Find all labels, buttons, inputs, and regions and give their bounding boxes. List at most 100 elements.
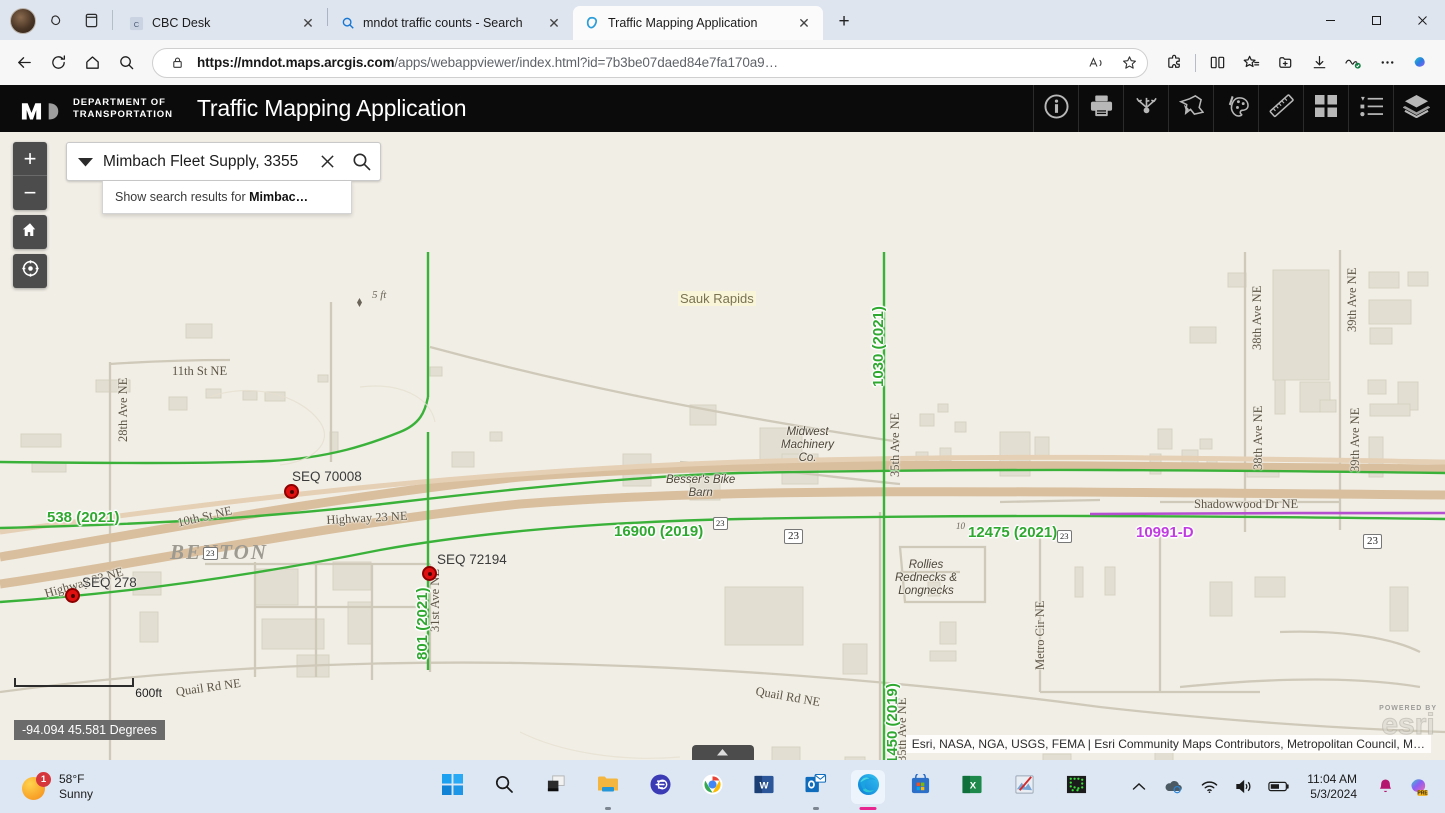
tab-cbc-desk[interactable]: C CBC Desk ✕ — [117, 6, 327, 40]
map-canvas[interactable]: + − — [0, 132, 1445, 760]
tab-close-icon[interactable]: ✕ — [297, 12, 319, 34]
microsoft-word-button[interactable]: W — [747, 770, 781, 804]
taskbar-clock[interactable]: 11:04 AM 5/3/2024 — [1307, 772, 1357, 802]
url-domain: https://mndot.maps.arcgis.com — [197, 55, 394, 70]
about-info-button[interactable] — [1033, 85, 1078, 132]
compass-app-button[interactable] — [643, 770, 677, 804]
wifi-icon[interactable] — [1198, 776, 1220, 798]
excel-icon: X — [962, 774, 982, 800]
favorites-icon[interactable] — [1235, 47, 1267, 79]
task-view-icon — [546, 774, 567, 800]
copilot-pre-icon[interactable]: PRE — [1409, 776, 1431, 798]
profile-avatar[interactable] — [10, 8, 36, 34]
traffic-count-marker[interactable] — [284, 484, 299, 499]
split-screen-icon[interactable] — [1201, 47, 1233, 79]
search-suggestion-item[interactable]: Show search results for Mimbac… — [102, 181, 352, 214]
copilot-icon[interactable] — [1405, 47, 1437, 79]
search-widget: Mimbach Fleet Supply, 3355 Show search r… — [66, 142, 381, 214]
read-aloud-icon[interactable] — [1085, 51, 1109, 75]
tab-title: Traffic Mapping Application — [608, 16, 786, 30]
home-icon[interactable] — [76, 47, 108, 79]
directions-button[interactable] — [1123, 85, 1168, 132]
bell-icon[interactable] — [1374, 776, 1396, 798]
legend-button[interactable] — [1348, 85, 1393, 132]
zoom-in-button[interactable]: + — [13, 142, 47, 176]
windows-start-button[interactable] — [435, 770, 469, 804]
microsoft-store-button[interactable] — [903, 770, 937, 804]
weather-condition: Sunny — [59, 787, 93, 802]
coordinate-readout: -94.094 45.581 Degrees — [14, 720, 165, 740]
clock-date: 5/3/2024 — [1307, 787, 1357, 802]
svg-text:W: W — [760, 780, 769, 791]
reload-icon[interactable] — [42, 47, 74, 79]
search-input[interactable]: Mimbach Fleet Supply, 3355 — [103, 153, 312, 171]
file-explorer-button[interactable] — [591, 770, 625, 804]
attribution-collapse-button[interactable] — [692, 745, 754, 760]
more-options-icon[interactable] — [1371, 47, 1403, 79]
close-window-button[interactable] — [1399, 0, 1445, 40]
mndot-mark-icon — [20, 96, 64, 122]
address-bar[interactable]: https://mndot.maps.arcgis.com/apps/webap… — [152, 48, 1148, 78]
new-tab-button[interactable]: + — [829, 7, 859, 37]
downloads-icon[interactable] — [1303, 47, 1335, 79]
back-arrow-icon[interactable] — [8, 47, 40, 79]
clear-x-icon[interactable] — [312, 154, 342, 169]
layer-list-button[interactable] — [1393, 85, 1445, 132]
running-indicator — [813, 807, 819, 810]
window-controls — [1307, 0, 1445, 40]
search-bar[interactable]: Mimbach Fleet Supply, 3355 — [66, 142, 381, 181]
basemap-gallery-button[interactable] — [1303, 85, 1348, 132]
tab-traffic-mapping-application[interactable]: Traffic Mapping Application ✕ — [573, 6, 823, 40]
map-vector-layer — [0, 132, 1445, 760]
url-path: /apps/webappviewer/index.html?id=7b3be07… — [394, 55, 778, 70]
chevron-down-icon[interactable] — [67, 143, 103, 180]
taskbar-search-icon — [494, 774, 514, 799]
taskbar-search-button[interactable] — [487, 770, 521, 804]
minimize-button[interactable] — [1307, 0, 1353, 40]
measure-button[interactable] — [1258, 85, 1303, 132]
vertical-tabs-icon[interactable] — [74, 3, 108, 37]
print-button[interactable] — [1078, 85, 1123, 132]
select-button[interactable] — [1168, 85, 1213, 132]
tab-mndot-search[interactable]: mndot traffic counts - Search ✕ — [328, 6, 573, 40]
page-title: Traffic Mapping Application — [197, 95, 466, 122]
extensions-icon[interactable] — [1158, 47, 1190, 79]
browser-essentials-icon[interactable] — [1337, 47, 1369, 79]
magnifier-icon[interactable] — [342, 152, 380, 171]
microsoft-outlook-button[interactable] — [799, 770, 833, 804]
task-view-button[interactable] — [539, 770, 573, 804]
svg-text:C: C — [134, 19, 140, 28]
grid-icon — [1314, 94, 1338, 123]
svg-text:PRE: PRE — [1417, 790, 1428, 796]
home-extent-button[interactable] — [13, 215, 47, 249]
palette-icon — [1224, 94, 1249, 123]
maximize-button[interactable] — [1353, 0, 1399, 40]
search-icon[interactable] — [110, 47, 142, 79]
battery-icon[interactable] — [1268, 776, 1290, 798]
tab-close-icon[interactable]: ✕ — [793, 12, 815, 34]
traffic-count-marker[interactable] — [422, 566, 437, 581]
store-icon — [910, 774, 931, 800]
weather-widget[interactable]: 1 58°F Sunny — [0, 772, 400, 802]
microsoft-edge-button[interactable] — [851, 770, 885, 804]
show-hidden-icons-button[interactable] — [1128, 776, 1150, 798]
browser-copilot-icon[interactable] — [40, 3, 74, 37]
favorite-star-icon[interactable] — [1117, 51, 1141, 75]
my-location-button[interactable] — [13, 254, 47, 288]
snipping-tool-button[interactable] — [1007, 770, 1041, 804]
collections-icon[interactable] — [1269, 47, 1301, 79]
list-icon — [1359, 95, 1384, 123]
microsoft-excel-button[interactable]: X — [955, 770, 989, 804]
onedrive-icon[interactable] — [1163, 776, 1185, 798]
tab-close-icon[interactable]: ✕ — [543, 12, 565, 34]
terminal-app-button[interactable] — [1059, 770, 1093, 804]
info-icon — [1044, 94, 1069, 124]
zoom-out-button[interactable]: − — [13, 176, 47, 210]
google-chrome-button[interactable] — [695, 770, 729, 804]
draw-button[interactable] — [1213, 85, 1258, 132]
browser-window: C CBC Desk ✕ mndot traffic counts - Sear… — [0, 0, 1445, 760]
volume-icon[interactable] — [1233, 776, 1255, 798]
mndot-logo[interactable]: DEPARTMENT OF TRANSPORTATION — [0, 96, 173, 122]
arcgis-icon — [584, 15, 601, 32]
traffic-count-marker[interactable] — [65, 588, 80, 603]
